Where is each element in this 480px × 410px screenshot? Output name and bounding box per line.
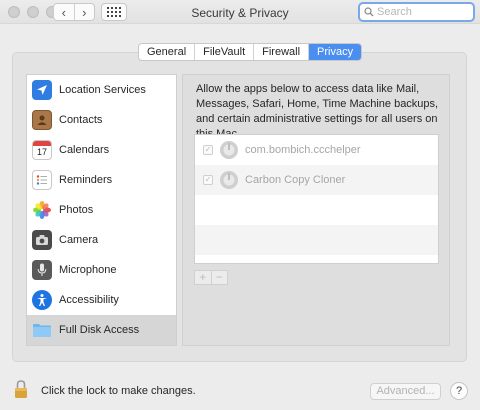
ccc-helper-icon xyxy=(220,141,238,159)
sidebar-item-label: Microphone xyxy=(59,264,117,276)
lock-icon[interactable] xyxy=(14,379,28,399)
carbon-copy-cloner-icon xyxy=(220,171,238,189)
sidebar-item-microphone[interactable]: Microphone xyxy=(27,255,176,285)
photos-flower-icon xyxy=(32,200,52,220)
advanced-button[interactable]: Advanced... xyxy=(370,383,441,400)
folder-icon xyxy=(32,320,52,340)
app-row[interactable]: ✓ com.bombich.ccchelper xyxy=(195,135,438,165)
list-row-empty xyxy=(195,225,438,255)
sidebar-item-full-disk-access[interactable]: Full Disk Access xyxy=(27,315,176,345)
sidebar-item-photos[interactable]: Photos xyxy=(27,195,176,225)
app-checkbox[interactable]: ✓ xyxy=(203,145,213,155)
add-app-button[interactable]: + xyxy=(195,271,211,284)
tab-privacy[interactable]: Privacy xyxy=(308,44,362,60)
camera-icon xyxy=(32,230,52,250)
privacy-tabs: General FileVault Firewall Privacy xyxy=(138,43,363,61)
list-row-empty xyxy=(195,195,438,225)
app-row[interactable]: ✓ Carbon Copy Cloner xyxy=(195,165,438,195)
calendar-icon: 17 xyxy=(32,140,52,160)
sidebar-item-label: Calendars xyxy=(59,144,110,156)
contacts-book-icon xyxy=(32,110,52,130)
sidebar-item-contacts[interactable]: Contacts xyxy=(27,105,176,135)
access-description: Allow the apps below to access data like… xyxy=(196,83,439,140)
reminders-list-icon xyxy=(32,170,52,190)
title-bar: ‹ › Security & Privacy xyxy=(0,0,480,24)
search-input[interactable] xyxy=(377,6,467,18)
sidebar-item-calendars[interactable]: 17 Calendars xyxy=(27,135,176,165)
add-remove-controls: + − xyxy=(194,270,228,285)
sidebar-item-camera[interactable]: Camera xyxy=(27,225,176,255)
search-icon xyxy=(364,7,374,17)
location-arrow-icon xyxy=(32,80,52,100)
app-list: ✓ com.bombich.ccchelper ✓ Carbon Copy Cl… xyxy=(194,134,439,264)
app-name: Carbon Copy Cloner xyxy=(245,174,346,186)
remove-app-button[interactable]: − xyxy=(210,271,228,284)
tab-filevault[interactable]: FileVault xyxy=(194,44,253,60)
sidebar-item-location-services[interactable]: Location Services xyxy=(27,75,176,105)
accessibility-icon xyxy=(32,290,52,310)
sidebar-item-reminders[interactable]: Reminders xyxy=(27,165,176,195)
tab-general[interactable]: General xyxy=(139,44,194,60)
calendar-day-number: 17 xyxy=(36,147,47,157)
sidebar-item-label: Location Services xyxy=(59,84,146,96)
tab-firewall[interactable]: Firewall xyxy=(253,44,308,60)
sidebar-item-label: Camera xyxy=(59,234,99,246)
sidebar-item-label: Reminders xyxy=(59,174,113,186)
lock-message: Click the lock to make changes. xyxy=(41,385,196,397)
microphone-icon xyxy=(32,260,52,280)
sidebar-item-label: Accessibility xyxy=(59,294,119,306)
app-checkbox[interactable]: ✓ xyxy=(203,175,213,185)
sidebar-item-accessibility[interactable]: Accessibility xyxy=(27,285,176,315)
sidebar-item-label: Full Disk Access xyxy=(59,324,140,336)
search-field[interactable] xyxy=(358,2,475,22)
app-name: com.bombich.ccchelper xyxy=(245,144,361,156)
privacy-category-list: Location Services Contacts 17 Calendars … xyxy=(26,74,177,346)
help-button[interactable]: ? xyxy=(450,382,468,400)
sidebar-item-label: Contacts xyxy=(59,114,103,126)
sidebar-item-label: Photos xyxy=(59,204,94,216)
